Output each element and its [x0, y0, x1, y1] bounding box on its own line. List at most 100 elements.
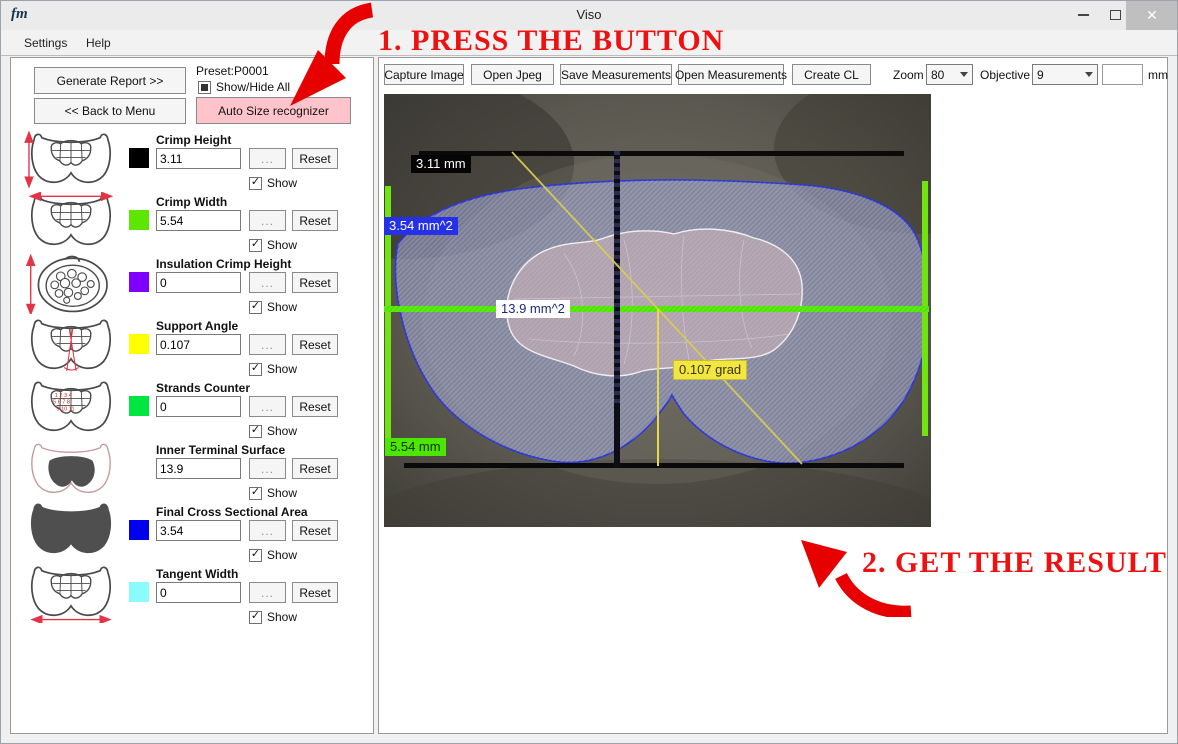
back-to-menu-button[interactable]: << Back to Menu — [34, 98, 186, 124]
open-measurements-button[interactable]: Open Measurements — [678, 64, 784, 85]
color-picker-button[interactable]: ... — [249, 148, 286, 169]
reset-button[interactable]: Reset — [292, 272, 338, 293]
field-label: Crimp Height — [156, 133, 231, 147]
field-value-input[interactable] — [156, 272, 241, 293]
reset-button[interactable]: Reset — [292, 148, 338, 169]
color-picker-button[interactable]: ... — [249, 396, 286, 417]
color-picker-button[interactable]: ... — [249, 272, 286, 293]
field-value-input[interactable] — [156, 334, 241, 355]
reset-button[interactable]: Reset — [292, 396, 338, 417]
create-cl-button[interactable]: Create CL — [792, 64, 871, 85]
reset-button[interactable]: Reset — [292, 520, 338, 541]
show-hide-all-checkbox[interactable]: Show/Hide All — [198, 80, 290, 94]
show-checkbox[interactable]: ✓Show — [249, 176, 297, 190]
close-button[interactable]: ✕ — [1126, 0, 1178, 30]
field-insulation-crimp-height: Insulation Crimp Height ... Reset ✓ Show — [129, 257, 371, 317]
field-value-input[interactable] — [156, 458, 241, 479]
show-checkbox[interactable]: ✓ Show — [249, 362, 297, 376]
show-checkbox[interactable]: ✓Show — [249, 610, 297, 624]
reset-button[interactable]: Reset — [292, 210, 338, 231]
crimp-height-icon — [23, 130, 119, 190]
crimp-width-icon — [23, 192, 119, 252]
color-swatch[interactable] — [129, 210, 149, 230]
show-checkbox[interactable]: ✓ Show — [249, 300, 297, 314]
show-label: Show — [267, 486, 297, 500]
field-tangent-width: Tangent Width ... Reset ✓Show — [129, 567, 371, 627]
final-cross-sectional-area-icon — [23, 500, 119, 560]
minimize-button[interactable] — [1068, 0, 1098, 30]
chevron-down-icon — [1085, 72, 1093, 77]
checkbox-icon: ✓ — [249, 487, 262, 500]
zoom-label: Zoom — [893, 68, 924, 82]
show-checkbox[interactable]: ✓Show — [249, 424, 297, 438]
show-label: Show — [267, 610, 297, 624]
field-label: Support Angle — [156, 319, 238, 333]
show-checkbox[interactable]: ✓ Show — [249, 548, 297, 562]
zoom-value: 80 — [931, 68, 944, 82]
field-value-input[interactable] — [156, 520, 241, 541]
show-checkbox[interactable]: ✓Show — [249, 238, 297, 252]
checkbox-icon: ✓ — [249, 363, 262, 376]
field-label: Crimp Width — [156, 195, 227, 209]
show-label: Show — [267, 300, 297, 314]
field-label: Insulation Crimp Height — [156, 257, 291, 271]
svg-text:1 2 3 4: 1 2 3 4 — [55, 393, 72, 399]
zoom-select[interactable]: 80 — [926, 64, 973, 85]
reset-button[interactable]: Reset — [292, 458, 338, 479]
checkbox-icon: ✓ — [249, 239, 262, 252]
color-swatch[interactable] — [129, 396, 149, 416]
field-crimp-width: Crimp Width ... Reset ✓Show — [129, 195, 371, 255]
field-crimp-height: Crimp Height ... Reset ✓Show — [129, 133, 371, 193]
maximize-icon — [1110, 10, 1121, 20]
field-value-input[interactable] — [156, 396, 241, 417]
color-picker-button[interactable]: ... — [249, 210, 286, 231]
color-swatch[interactable] — [129, 582, 149, 602]
arrow-to-button-icon — [278, 2, 388, 132]
open-jpeg-button[interactable]: Open Jpeg — [471, 64, 554, 85]
specimen-image[interactable]: 3.11 mm 3.54 mm^2 13.9 mm^2 0.107 grad 5… — [384, 94, 931, 527]
support-angle-measurement-label: 0.107 grad — [673, 360, 747, 380]
annotation-step1: 1. PRESS THE BUTTON — [378, 24, 724, 58]
svg-text:5 6 7 8: 5 6 7 8 — [53, 400, 70, 406]
checkbox-icon: ✓ — [249, 301, 262, 314]
menu-help[interactable]: Help — [80, 34, 117, 52]
arrow-to-result-icon — [795, 532, 915, 617]
color-picker-button[interactable]: ... — [249, 458, 286, 479]
show-label: Show — [267, 176, 297, 190]
field-label: Tangent Width — [156, 567, 238, 581]
show-label: Show — [267, 548, 297, 562]
chevron-down-icon — [960, 72, 968, 77]
mm-unit-label: mm — [1148, 68, 1168, 82]
color-swatch[interactable] — [129, 148, 149, 168]
final-area-measurement-label: 3.54 mm^2 — [384, 217, 458, 235]
field-value-input[interactable] — [156, 148, 241, 169]
color-swatch[interactable] — [129, 272, 149, 292]
capture-image-button[interactable]: Capture Image — [384, 64, 464, 85]
save-measurements-button[interactable]: Save Measurements — [560, 64, 672, 85]
reset-button[interactable]: Reset — [292, 582, 338, 603]
color-picker-button[interactable]: ... — [249, 582, 286, 603]
show-label: Show — [267, 362, 297, 376]
image-panel: Capture Image Open Jpeg Save Measurement… — [378, 57, 1168, 734]
color-picker-button[interactable]: ... — [249, 520, 286, 541]
field-final-cross-sectional-area: Final Cross Sectional Area ... Reset ✓Sh… — [129, 505, 371, 565]
menu-settings[interactable]: Settings — [18, 34, 73, 52]
preset-label: Preset:P0001 — [196, 64, 269, 78]
mm-input[interactable] — [1102, 64, 1143, 85]
checkbox-icon — [198, 81, 211, 94]
objective-select[interactable]: 9 — [1032, 64, 1098, 85]
generate-report-button[interactable]: Generate Report >> — [34, 67, 186, 94]
show-checkbox[interactable]: ✓ Show — [249, 486, 297, 500]
field-label: Strands Counter — [156, 381, 250, 395]
objective-label: Objective — [980, 68, 1030, 82]
color-picker-button[interactable]: ... — [249, 334, 286, 355]
field-value-input[interactable] — [156, 582, 241, 603]
field-label: Inner Terminal Surface — [156, 443, 285, 457]
color-swatch[interactable] — [129, 334, 149, 354]
color-swatch[interactable] — [129, 520, 149, 540]
checkbox-icon: ✓ — [249, 425, 262, 438]
checkbox-icon: ✓ — [249, 549, 262, 562]
reset-button[interactable]: Reset — [292, 334, 338, 355]
field-value-input[interactable] — [156, 210, 241, 231]
insulation-crimp-height-icon — [23, 254, 119, 314]
